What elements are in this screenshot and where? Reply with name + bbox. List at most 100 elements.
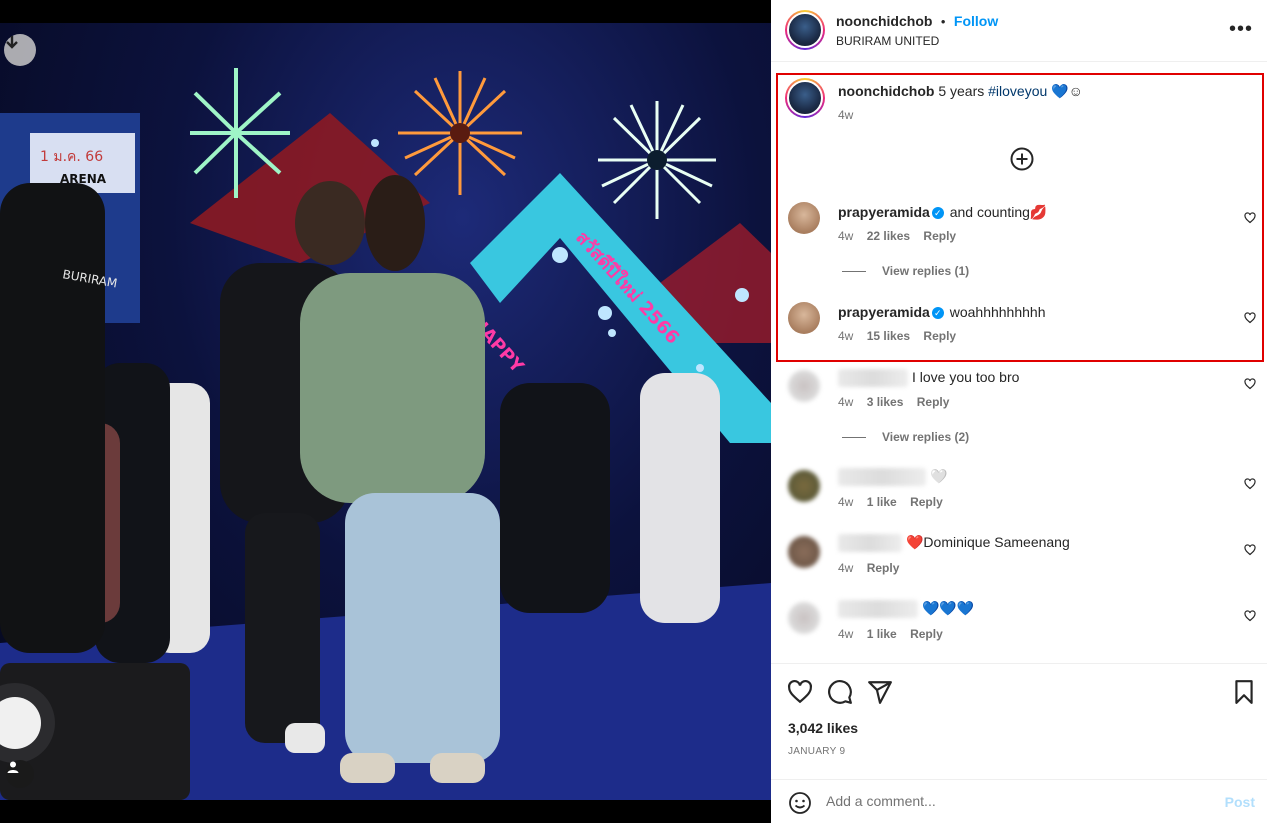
- commenter-avatar[interactable]: [788, 602, 820, 634]
- comment-text: 🤍: [838, 468, 948, 487]
- caption-username[interactable]: noonchidchob: [838, 83, 934, 99]
- comment-text: prapyeramida ✓ and counting💋: [838, 204, 1047, 221]
- comment-row: 💙💙💙 4w 1 like Reply: [771, 600, 1267, 650]
- like-heart-icon[interactable]: [787, 679, 813, 705]
- post-date[interactable]: JANUARY 9: [788, 746, 845, 757]
- comment-text: prapyeramida ✓ woahhhhhhhhh: [838, 304, 1045, 320]
- comment-like-heart-icon[interactable]: [1244, 312, 1256, 324]
- more-options-icon[interactable]: •••: [1229, 18, 1253, 41]
- comment-body: woahhhhhhhhh: [949, 304, 1046, 320]
- comment-text: 💙💙💙: [838, 600, 975, 619]
- comment-body: and counting💋: [949, 204, 1048, 220]
- person-left: BURIRAM: [0, 183, 118, 653]
- follow-button[interactable]: Follow: [954, 13, 998, 29]
- commenter-avatar[interactable]: [788, 536, 820, 568]
- caption-row: noonchidchob 5 years #iloveyou 💙☺ 4w: [771, 78, 1267, 128]
- photo-scene: 1 ม.ค. 66 ARENA สวัสดีปีใหม่ 2566 HAPPY …: [0, 68, 771, 800]
- arrow-down-icon: [6, 36, 18, 49]
- comment-meta: 4w Reply: [838, 561, 909, 575]
- comment-username[interactable]: prapyeramida: [838, 204, 930, 220]
- author-username[interactable]: noonchidchob: [836, 13, 932, 29]
- comment-meta: 4w 1 like Reply: [838, 627, 953, 641]
- banner-date-text: 1 ม.ค. 66: [40, 149, 103, 165]
- comment-row: 🤍 4w 1 like Reply: [771, 468, 1267, 518]
- caption-text: noonchidchob 5 years #iloveyou 💙☺: [838, 83, 1083, 100]
- comment-time[interactable]: 4w: [838, 229, 853, 243]
- view-replies-button[interactable]: View replies (1): [842, 264, 969, 278]
- comment-text: ❤️Dominique Sameenang: [838, 534, 1070, 553]
- load-more-comments-icon[interactable]: [1010, 147, 1034, 171]
- share-paper-plane-icon[interactable]: [867, 679, 893, 705]
- comment-row: prapyeramida ✓ woahhhhhhhhh 4w 15 likes R…: [771, 300, 1267, 350]
- comment-time[interactable]: 4w: [838, 395, 853, 409]
- comment-reply-button[interactable]: Reply: [923, 329, 956, 343]
- post-header: noonchidchob • Follow BURIRAM UNITED •••: [771, 0, 1267, 62]
- comment-body: I love you too bro: [912, 369, 1020, 385]
- commenter-avatar[interactable]: [788, 202, 820, 234]
- comment-username[interactable]: prapyeramida: [838, 304, 930, 320]
- comment-likes[interactable]: 15 likes: [867, 329, 910, 343]
- post-side-panel: noonchidchob • Follow BURIRAM UNITED •••…: [771, 0, 1267, 823]
- firework-white-center: [647, 150, 667, 170]
- caption-avatar[interactable]: [785, 78, 825, 118]
- comment-reply-button[interactable]: Reply: [917, 395, 950, 409]
- comment-meta: 4w 15 likes Reply: [838, 329, 966, 343]
- post-location[interactable]: BURIRAM UNITED: [836, 34, 939, 48]
- commenter-avatar[interactable]: [788, 302, 820, 334]
- comment-like-heart-icon[interactable]: [1244, 544, 1256, 556]
- verified-badge-icon: ✓: [931, 207, 944, 220]
- comment-body: ❤️Dominique Sameenang: [906, 534, 1070, 550]
- comment-like-heart-icon[interactable]: [1244, 378, 1256, 390]
- comment-bubble-icon[interactable]: [827, 679, 853, 705]
- comment-body: 💙💙💙: [922, 600, 975, 616]
- tagged-users-button[interactable]: [6, 760, 34, 788]
- comment-reply-button[interactable]: Reply: [923, 229, 956, 243]
- post-modal: 1 ม.ค. 66 ARENA สวัสดีปีใหม่ 2566 HAPPY …: [0, 0, 1267, 823]
- commenter-avatar[interactable]: [788, 370, 820, 402]
- comment-time[interactable]: 4w: [838, 561, 853, 575]
- comment-row: ❤️Dominique Sameenang 4w Reply: [771, 534, 1267, 584]
- comment-composer: Post: [771, 779, 1267, 823]
- commenter-avatar[interactable]: [788, 470, 820, 502]
- caption-hashtag[interactable]: #iloveyou: [988, 83, 1047, 99]
- couple: [220, 175, 500, 783]
- author-avatar[interactable]: [785, 10, 825, 50]
- header-separator: •: [940, 14, 946, 29]
- download-button[interactable]: [4, 34, 36, 66]
- comment-like-heart-icon[interactable]: [1244, 212, 1256, 224]
- comment-reply-button[interactable]: Reply: [910, 495, 943, 509]
- blurred-username: [838, 468, 926, 487]
- save-bookmark-icon[interactable]: [1231, 679, 1257, 705]
- blurred-username: [838, 369, 908, 388]
- comment-reply-button[interactable]: Reply: [910, 627, 943, 641]
- caption-body: 5 years: [938, 83, 985, 99]
- comment-time[interactable]: 4w: [838, 329, 853, 343]
- emoji-smiley-icon[interactable]: [788, 791, 812, 815]
- firework-orange-center: [450, 123, 470, 143]
- comment-row: I love you too bro 4w 3 likes Reply: [771, 368, 1267, 418]
- like-count[interactable]: 3,042 likes: [788, 720, 858, 736]
- post-actions: 3,042 likes JANUARY 9 Post: [771, 663, 1267, 823]
- caption-time[interactable]: 4w: [838, 108, 853, 122]
- comment-row: prapyeramida ✓ and counting💋 4w 22 likes …: [771, 200, 1267, 250]
- post-comment-button[interactable]: Post: [1225, 794, 1255, 810]
- comment-like-heart-icon[interactable]: [1244, 610, 1256, 622]
- comment-likes[interactable]: 1 like: [867, 495, 897, 509]
- author-line: noonchidchob • Follow: [836, 13, 998, 31]
- blurred-username: [838, 600, 918, 619]
- verified-badge-icon: ✓: [931, 307, 944, 320]
- comment-reply-button[interactable]: Reply: [867, 561, 900, 575]
- comment-time[interactable]: 4w: [838, 495, 853, 509]
- comment-likes[interactable]: 3 likes: [867, 395, 904, 409]
- post-photo[interactable]: 1 ม.ค. 66 ARENA สวัสดีปีใหม่ 2566 HAPPY …: [0, 23, 771, 800]
- comment-input[interactable]: [826, 793, 1206, 809]
- comment-likes[interactable]: 1 like: [867, 627, 897, 641]
- caption-meta: 4w: [838, 108, 863, 122]
- comment-time[interactable]: 4w: [838, 627, 853, 641]
- user-icon: [7, 761, 19, 773]
- comment-body: 🤍: [930, 468, 948, 484]
- comment-like-heart-icon[interactable]: [1244, 478, 1256, 490]
- comment-likes[interactable]: 22 likes: [867, 229, 910, 243]
- view-replies-button[interactable]: View replies (2): [842, 430, 969, 444]
- comment-meta: 4w 1 like Reply: [838, 495, 953, 509]
